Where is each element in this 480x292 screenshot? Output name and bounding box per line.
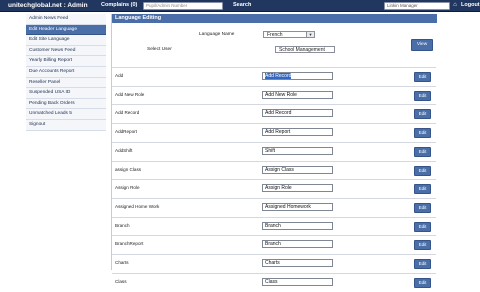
translation-value: Branch xyxy=(265,222,281,229)
select-user-label: Select User xyxy=(147,47,172,52)
translation-input[interactable]: Branch xyxy=(262,221,333,230)
translation-input[interactable]: Assigned Homework xyxy=(262,202,333,211)
edit-button[interactable]: Edit xyxy=(414,240,431,251)
sidebar-item-suspended-usa-id[interactable]: Suspended USA ID xyxy=(26,88,106,99)
row-key-label: Add xyxy=(115,73,124,78)
complains-link[interactable]: Complains (0) xyxy=(101,1,137,10)
row-key-label: Charts xyxy=(115,260,129,265)
table-row: Class Class Edit xyxy=(112,272,436,292)
edit-button[interactable]: Edit xyxy=(414,165,431,176)
logout-link[interactable]: Logout xyxy=(461,1,480,10)
translation-input[interactable]: Shift xyxy=(262,146,333,155)
table-row: BranchReport Branch Edit xyxy=(112,235,436,255)
home-icon[interactable]: ⌂ xyxy=(452,2,458,8)
language-select[interactable]: French ▾ xyxy=(263,31,315,38)
translation-value: Class xyxy=(265,278,278,285)
sidebar-item-edit-header-language[interactable]: Edit Header Language xyxy=(26,24,106,36)
edit-button[interactable]: Edit xyxy=(414,72,431,82)
edit-button[interactable]: Edit xyxy=(414,221,431,232)
table-row: Charts Charts Edit xyxy=(112,254,436,274)
sidebar-item-unmatched-leads[interactable]: Unmatched Leads 5 xyxy=(26,109,106,120)
edit-button[interactable]: Edit xyxy=(414,184,431,195)
user-select[interactable]: Linkin Manager xyxy=(384,2,450,10)
row-key-label: Class xyxy=(115,278,127,284)
edit-button[interactable]: Edit xyxy=(414,128,431,139)
row-key-label: Add Record xyxy=(115,110,140,116)
table-row: Add Record Add Record Edit xyxy=(112,104,436,124)
row-key-label: AddReport xyxy=(115,129,137,135)
table-row: AddShift Shift Edit xyxy=(112,141,436,162)
translation-value: Branch xyxy=(265,241,281,248)
view-button[interactable]: View xyxy=(411,39,433,51)
translation-input[interactable]: Add Report xyxy=(262,128,333,137)
sidebar-item-edit-site-language[interactable]: Edit Site Language xyxy=(26,35,106,46)
sidebar-item-yearly-billing-report[interactable]: Yearly Billing Report xyxy=(26,56,106,67)
translation-value: Assigned Homework xyxy=(265,203,311,210)
table-row: Add New Role Add New Role Edit xyxy=(112,85,436,106)
row-key-label: assign Class xyxy=(115,166,142,172)
sidebar-item-customer-news-feed[interactable]: Customer News Feed xyxy=(26,45,106,57)
translation-value: Shift xyxy=(265,147,276,154)
edit-button[interactable]: Edit xyxy=(414,146,431,157)
translation-input[interactable]: Assign Class xyxy=(262,165,333,174)
table-row: Assigned Home Work Assigned Homework Edit xyxy=(112,197,436,218)
search-input[interactable]: Pupil/Admin Number xyxy=(143,2,223,10)
brand-title: unitechglobal.net : Admin xyxy=(8,2,88,9)
translation-input[interactable]: Add Record xyxy=(262,109,333,118)
translation-value: Add Record xyxy=(265,110,292,117)
top-bar: unitechglobal.net : Admin Complains (0) … xyxy=(0,0,480,12)
sidebar: Admin News Feed Edit Header Language Edi… xyxy=(26,14,106,131)
row-key-label: Branch xyxy=(115,222,130,228)
sidebar-item-signout[interactable]: Signout xyxy=(26,119,106,131)
translation-input[interactable]: Add New Role xyxy=(262,90,333,99)
edit-button[interactable]: Edit xyxy=(414,109,431,120)
chevron-down-icon: ▾ xyxy=(306,32,314,37)
row-key-label: Assign Role xyxy=(115,185,140,191)
translation-input[interactable]: Class xyxy=(262,277,333,286)
user-role-select-value: School Management xyxy=(279,47,325,53)
sidebar-item-admin-news-feed[interactable]: Admin News Feed xyxy=(26,14,106,25)
edit-button[interactable]: Edit xyxy=(414,90,431,101)
table-row: Branch Branch Edit xyxy=(112,216,436,237)
translation-input[interactable]: Branch xyxy=(262,240,333,249)
user-role-select[interactable]: School Management xyxy=(275,46,335,53)
language-select-value: French xyxy=(267,32,283,38)
table-row: Add Add Record Edit xyxy=(112,67,436,87)
sidebar-item-reseller-panel[interactable]: Reseller Panel xyxy=(26,77,106,89)
translation-input[interactable]: Charts xyxy=(262,259,333,267)
row-key-label: Add New Role xyxy=(115,91,145,97)
edit-button[interactable]: Edit xyxy=(414,277,431,288)
translation-value: Add New Role xyxy=(265,91,297,98)
translation-value: Assign Role xyxy=(265,185,292,192)
table-row: assign Class Assign Class Edit xyxy=(112,160,436,181)
edit-button[interactable]: Edit xyxy=(414,202,431,213)
translation-input[interactable]: Assign Role xyxy=(262,184,333,193)
table-row: Assign Role Assign Role Edit xyxy=(112,179,436,199)
sidebar-item-pending-back-orders[interactable]: Pending Back Orders xyxy=(26,98,106,110)
row-key-label: BranchReport xyxy=(115,241,144,247)
row-key-label: Assigned Home Work xyxy=(115,203,160,209)
translation-value: Add Report xyxy=(265,129,291,136)
language-label: Language Name xyxy=(199,32,235,37)
translation-input[interactable]: Add Record xyxy=(262,72,333,80)
translation-value: Add Record xyxy=(265,73,292,79)
sidebar-item-due-accounts-report[interactable]: Due Accounts Report xyxy=(26,66,106,78)
search-button[interactable]: Search xyxy=(233,1,251,10)
translation-value: Charts xyxy=(265,260,280,266)
translation-value: Assign Class xyxy=(265,166,294,173)
table-row: AddReport Add Report Edit xyxy=(112,123,436,143)
edit-button[interactable]: Edit xyxy=(414,259,431,269)
page-title: Language Editing xyxy=(112,14,437,23)
row-key-label: AddShift xyxy=(115,147,133,153)
